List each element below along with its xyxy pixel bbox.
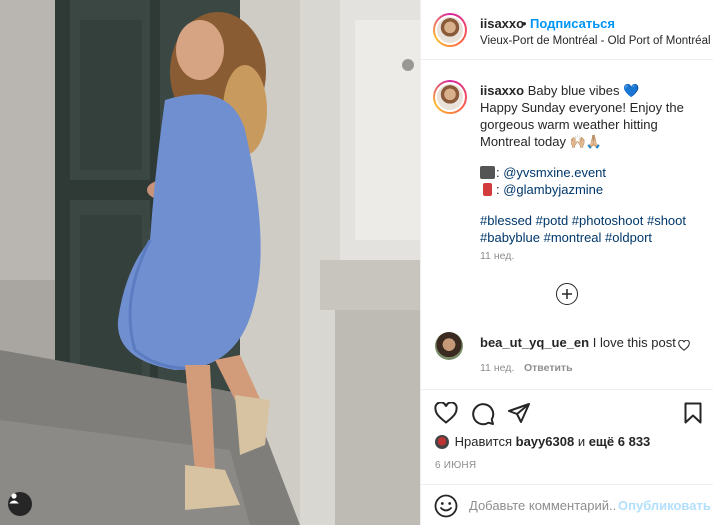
likes-conjunction: и xyxy=(577,434,586,449)
comment-reply-button[interactable]: Ответить xyxy=(524,362,573,374)
caption-line-2: Happy Sunday everyone! Enjoy the xyxy=(480,100,684,115)
caption-avatar[interactable] xyxy=(433,80,467,114)
comments-area: iisaxxo Baby blue vibes 💙 Happy Sunday e… xyxy=(421,60,713,390)
user-tag-button[interactable] xyxy=(8,492,32,516)
lipstick-icon xyxy=(483,183,492,196)
caption-age: 11 нед. xyxy=(480,250,515,262)
caption-username[interactable]: iisaxxo xyxy=(480,83,524,98)
post-location[interactable]: Vieux-Port de Montréal - Old Port of Mon… xyxy=(480,35,711,47)
author-avatar[interactable] xyxy=(433,13,467,47)
liker-avatar[interactable] xyxy=(435,435,449,449)
likes-prefix: Нравится xyxy=(454,434,512,449)
post-photo[interactable] xyxy=(0,0,420,525)
comment-icon[interactable] xyxy=(471,402,495,426)
comment-input[interactable] xyxy=(469,495,617,515)
comment-avatar[interactable] xyxy=(435,332,463,360)
comment-heart-icon[interactable] xyxy=(678,340,690,351)
header-separator: • xyxy=(522,16,527,31)
caption-line-1: Baby blue vibes 💙 xyxy=(527,83,640,98)
post-header: iisaxxo • Подписаться Vieux-Port de Mont… xyxy=(421,0,713,60)
makeup-credit-mention[interactable]: @glambyjazmine xyxy=(503,182,603,197)
photo-credit-mention[interactable]: @yvsmxine.event xyxy=(503,165,606,180)
author-username[interactable]: iisaxxo xyxy=(480,16,524,31)
comment-item: bea_ut_yq_ue_en I love this post xyxy=(480,335,676,350)
share-icon[interactable] xyxy=(507,402,531,424)
hashtags-line-2[interactable]: #babyblue #montreal #oldport xyxy=(480,229,705,246)
action-bar xyxy=(421,398,713,428)
post-date: 6 ИЮНЯ xyxy=(435,460,477,471)
liker-username[interactable]: bayy6308 xyxy=(516,434,575,449)
add-comment-bar: Опубликовать xyxy=(421,484,713,525)
caption-line-4: Montreal today 🙌🏼🙏🏼 xyxy=(480,134,602,149)
comment-age: 11 нед. xyxy=(480,362,515,374)
likes-summary: Нравится bayy6308 и ещё 6 833 xyxy=(435,434,650,449)
camera-icon xyxy=(480,166,495,179)
plus-circle-icon xyxy=(562,289,572,299)
smile-icon[interactable] xyxy=(434,494,458,518)
photo-illustration xyxy=(0,0,420,525)
follow-button[interactable]: Подписаться xyxy=(530,16,615,31)
comment-body: I love this post xyxy=(592,335,676,350)
likes-others-count[interactable]: ещё 6 833 xyxy=(589,434,651,449)
hashtags-line-1[interactable]: #blessed #potd #photoshoot #shoot xyxy=(480,212,705,229)
publish-button[interactable]: Опубликовать xyxy=(618,498,711,513)
caption-text: iisaxxo Baby blue vibes 💙 Happy Sunday e… xyxy=(480,82,705,246)
heart-icon[interactable] xyxy=(434,402,458,424)
load-more-comments-button[interactable] xyxy=(556,283,578,305)
post-sidebar: iisaxxo • Подписаться Vieux-Port de Mont… xyxy=(420,0,713,525)
bookmark-icon[interactable] xyxy=(684,402,702,424)
caption-line-3: gorgeous warm weather hitting xyxy=(480,117,658,132)
user-tag-icon xyxy=(9,493,19,504)
comment-username[interactable]: bea_ut_yq_ue_en xyxy=(480,335,589,350)
